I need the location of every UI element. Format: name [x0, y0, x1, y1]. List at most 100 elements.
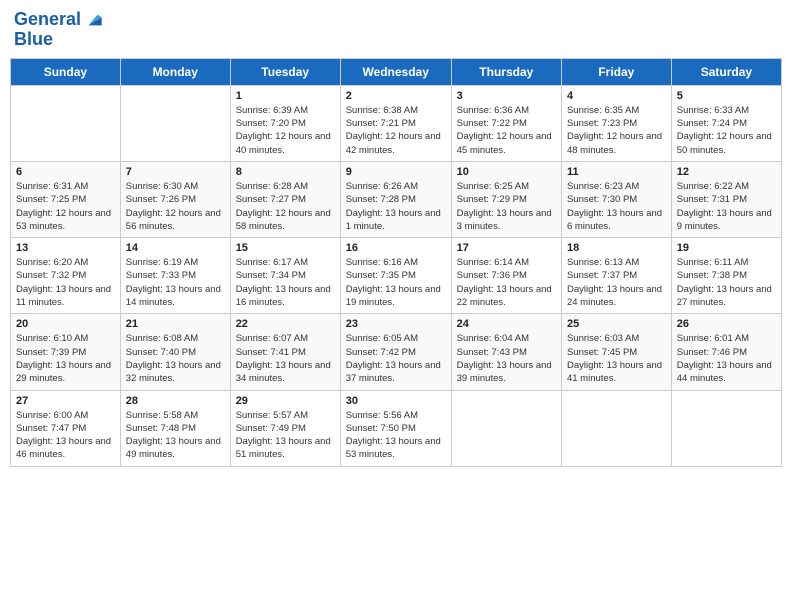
day-info: Sunrise: 6:07 AM Sunset: 7:41 PM Dayligh… — [236, 332, 335, 385]
calendar-cell: 12 Sunrise: 6:22 AM Sunset: 7:31 PM Dayli… — [671, 161, 781, 237]
day-info: Sunrise: 6:05 AM Sunset: 7:42 PM Dayligh… — [346, 332, 446, 385]
logo-text: General — [14, 10, 81, 30]
day-number: 4 — [567, 90, 666, 102]
day-number: 24 — [457, 318, 556, 330]
calendar-cell: 2 Sunrise: 6:38 AM Sunset: 7:21 PM Daylig… — [340, 85, 451, 161]
calendar-cell: 14 Sunrise: 6:19 AM Sunset: 7:33 PM Dayli… — [120, 238, 230, 314]
calendar-cell: 15 Sunrise: 6:17 AM Sunset: 7:34 PM Dayli… — [230, 238, 340, 314]
calendar-cell: 23 Sunrise: 6:05 AM Sunset: 7:42 PM Dayli… — [340, 314, 451, 390]
day-info: Sunrise: 6:22 AM Sunset: 7:31 PM Dayligh… — [677, 180, 776, 233]
day-number: 15 — [236, 242, 335, 254]
weekday-header-thursday: Thursday — [451, 58, 561, 85]
day-info: Sunrise: 6:04 AM Sunset: 7:43 PM Dayligh… — [457, 332, 556, 385]
calendar-cell: 22 Sunrise: 6:07 AM Sunset: 7:41 PM Dayli… — [230, 314, 340, 390]
day-number: 1 — [236, 90, 335, 102]
calendar-cell: 5Sunrise: 6:33 AM Sunset: 7:24 PM Daylig… — [671, 85, 781, 161]
day-number: 21 — [126, 318, 225, 330]
day-number: 26 — [677, 318, 776, 330]
day-info: Sunrise: 6:14 AM Sunset: 7:36 PM Dayligh… — [457, 256, 556, 309]
logo: General Blue — [14, 10, 103, 50]
day-info: Sunrise: 6:19 AM Sunset: 7:33 PM Dayligh… — [126, 256, 225, 309]
day-info: Sunrise: 5:58 AM Sunset: 7:48 PM Dayligh… — [126, 409, 225, 462]
logo-blue-text: Blue — [14, 30, 103, 50]
day-number: 16 — [346, 242, 446, 254]
weekday-header-tuesday: Tuesday — [230, 58, 340, 85]
day-number: 12 — [677, 166, 776, 178]
day-number: 23 — [346, 318, 446, 330]
day-info: Sunrise: 6:23 AM Sunset: 7:30 PM Dayligh… — [567, 180, 666, 233]
day-info: Sunrise: 6:28 AM Sunset: 7:27 PM Dayligh… — [236, 180, 335, 233]
weekday-header-sunday: Sunday — [11, 58, 121, 85]
day-number: 30 — [346, 395, 446, 407]
weekday-header-monday: Monday — [120, 58, 230, 85]
day-info: Sunrise: 6:25 AM Sunset: 7:29 PM Dayligh… — [457, 180, 556, 233]
calendar-cell — [11, 85, 121, 161]
day-number: 2 — [346, 90, 446, 102]
day-number: 25 — [567, 318, 666, 330]
calendar-cell — [120, 85, 230, 161]
calendar-cell: 6 Sunrise: 6:31 AM Sunset: 7:25 PM Daylig… — [11, 161, 121, 237]
day-number: 6 — [16, 166, 115, 178]
weekday-header-friday: Friday — [561, 58, 671, 85]
weekday-header-wednesday: Wednesday — [340, 58, 451, 85]
day-info: Sunrise: 6:00 AM Sunset: 7:47 PM Dayligh… — [16, 409, 115, 462]
calendar-cell — [451, 390, 561, 466]
day-info: Sunrise: 5:57 AM Sunset: 7:49 PM Dayligh… — [236, 409, 335, 462]
calendar-cell: 27 Sunrise: 6:00 AM Sunset: 7:47 PM Dayli… — [11, 390, 121, 466]
day-info: Sunrise: 6:11 AM Sunset: 7:38 PM Dayligh… — [677, 256, 776, 309]
day-info: Sunrise: 6:13 AM Sunset: 7:37 PM Dayligh… — [567, 256, 666, 309]
calendar-cell: 29Sunrise: 5:57 AM Sunset: 7:49 PM Dayli… — [230, 390, 340, 466]
day-info: Sunrise: 6:17 AM Sunset: 7:34 PM Dayligh… — [236, 256, 335, 309]
calendar-cell: 8 Sunrise: 6:28 AM Sunset: 7:27 PM Daylig… — [230, 161, 340, 237]
logo-icon — [83, 10, 103, 30]
day-info: Sunrise: 6:16 AM Sunset: 7:35 PM Dayligh… — [346, 256, 446, 309]
day-info: Sunrise: 6:38 AM Sunset: 7:21 PM Dayligh… — [346, 104, 446, 157]
calendar-cell: 21 Sunrise: 6:08 AM Sunset: 7:40 PM Dayli… — [120, 314, 230, 390]
day-info: Sunrise: 6:20 AM Sunset: 7:32 PM Dayligh… — [16, 256, 115, 309]
day-number: 19 — [677, 242, 776, 254]
calendar-cell: 13 Sunrise: 6:20 AM Sunset: 7:32 PM Dayli… — [11, 238, 121, 314]
day-info: Sunrise: 6:31 AM Sunset: 7:25 PM Dayligh… — [16, 180, 115, 233]
calendar-cell: 4 Sunrise: 6:35 AM Sunset: 7:23 PM Daylig… — [561, 85, 671, 161]
calendar-cell: 17 Sunrise: 6:14 AM Sunset: 7:36 PM Dayli… — [451, 238, 561, 314]
calendar-cell: 19 Sunrise: 6:11 AM Sunset: 7:38 PM Dayli… — [671, 238, 781, 314]
day-info: Sunrise: 6:39 AM Sunset: 7:20 PM Dayligh… — [236, 104, 335, 157]
calendar-cell: 1 Sunrise: 6:39 AM Sunset: 7:20 PM Daylig… — [230, 85, 340, 161]
weekday-header-saturday: Saturday — [671, 58, 781, 85]
day-number: 22 — [236, 318, 335, 330]
calendar-cell: 9Sunrise: 6:26 AM Sunset: 7:28 PM Daylig… — [340, 161, 451, 237]
day-number: 17 — [457, 242, 556, 254]
day-number: 9 — [346, 166, 446, 178]
day-number: 18 — [567, 242, 666, 254]
calendar-cell: 16 Sunrise: 6:16 AM Sunset: 7:35 PM Dayli… — [340, 238, 451, 314]
day-number: 8 — [236, 166, 335, 178]
day-info: Sunrise: 5:56 AM Sunset: 7:50 PM Dayligh… — [346, 409, 446, 462]
day-number: 27 — [16, 395, 115, 407]
page-header: General Blue — [10, 10, 782, 50]
day-info: Sunrise: 6:35 AM Sunset: 7:23 PM Dayligh… — [567, 104, 666, 157]
calendar-table: SundayMondayTuesdayWednesdayThursdayFrid… — [10, 58, 782, 467]
day-info: Sunrise: 6:36 AM Sunset: 7:22 PM Dayligh… — [457, 104, 556, 157]
day-number: 28 — [126, 395, 225, 407]
day-number: 11 — [567, 166, 666, 178]
day-info: Sunrise: 6:10 AM Sunset: 7:39 PM Dayligh… — [16, 332, 115, 385]
calendar-cell: 28 Sunrise: 5:58 AM Sunset: 7:48 PM Dayli… — [120, 390, 230, 466]
day-info: Sunrise: 6:01 AM Sunset: 7:46 PM Dayligh… — [677, 332, 776, 385]
calendar-cell — [671, 390, 781, 466]
calendar-cell — [561, 390, 671, 466]
calendar-cell: 7Sunrise: 6:30 AM Sunset: 7:26 PM Daylig… — [120, 161, 230, 237]
calendar-cell: 10Sunrise: 6:25 AM Sunset: 7:29 PM Dayli… — [451, 161, 561, 237]
day-number: 3 — [457, 90, 556, 102]
calendar-cell: 18 Sunrise: 6:13 AM Sunset: 7:37 PM Dayli… — [561, 238, 671, 314]
day-info: Sunrise: 6:33 AM Sunset: 7:24 PM Dayligh… — [677, 104, 776, 157]
calendar-cell: 3 Sunrise: 6:36 AM Sunset: 7:22 PM Daylig… — [451, 85, 561, 161]
day-number: 20 — [16, 318, 115, 330]
calendar-cell: 26 Sunrise: 6:01 AM Sunset: 7:46 PM Dayli… — [671, 314, 781, 390]
day-info: Sunrise: 6:30 AM Sunset: 7:26 PM Dayligh… — [126, 180, 225, 233]
day-number: 14 — [126, 242, 225, 254]
calendar-cell: 24 Sunrise: 6:04 AM Sunset: 7:43 PM Dayli… — [451, 314, 561, 390]
day-info: Sunrise: 6:08 AM Sunset: 7:40 PM Dayligh… — [126, 332, 225, 385]
calendar-cell: 11 Sunrise: 6:23 AM Sunset: 7:30 PM Dayli… — [561, 161, 671, 237]
day-number: 13 — [16, 242, 115, 254]
calendar-cell: 20 Sunrise: 6:10 AM Sunset: 7:39 PM Dayli… — [11, 314, 121, 390]
